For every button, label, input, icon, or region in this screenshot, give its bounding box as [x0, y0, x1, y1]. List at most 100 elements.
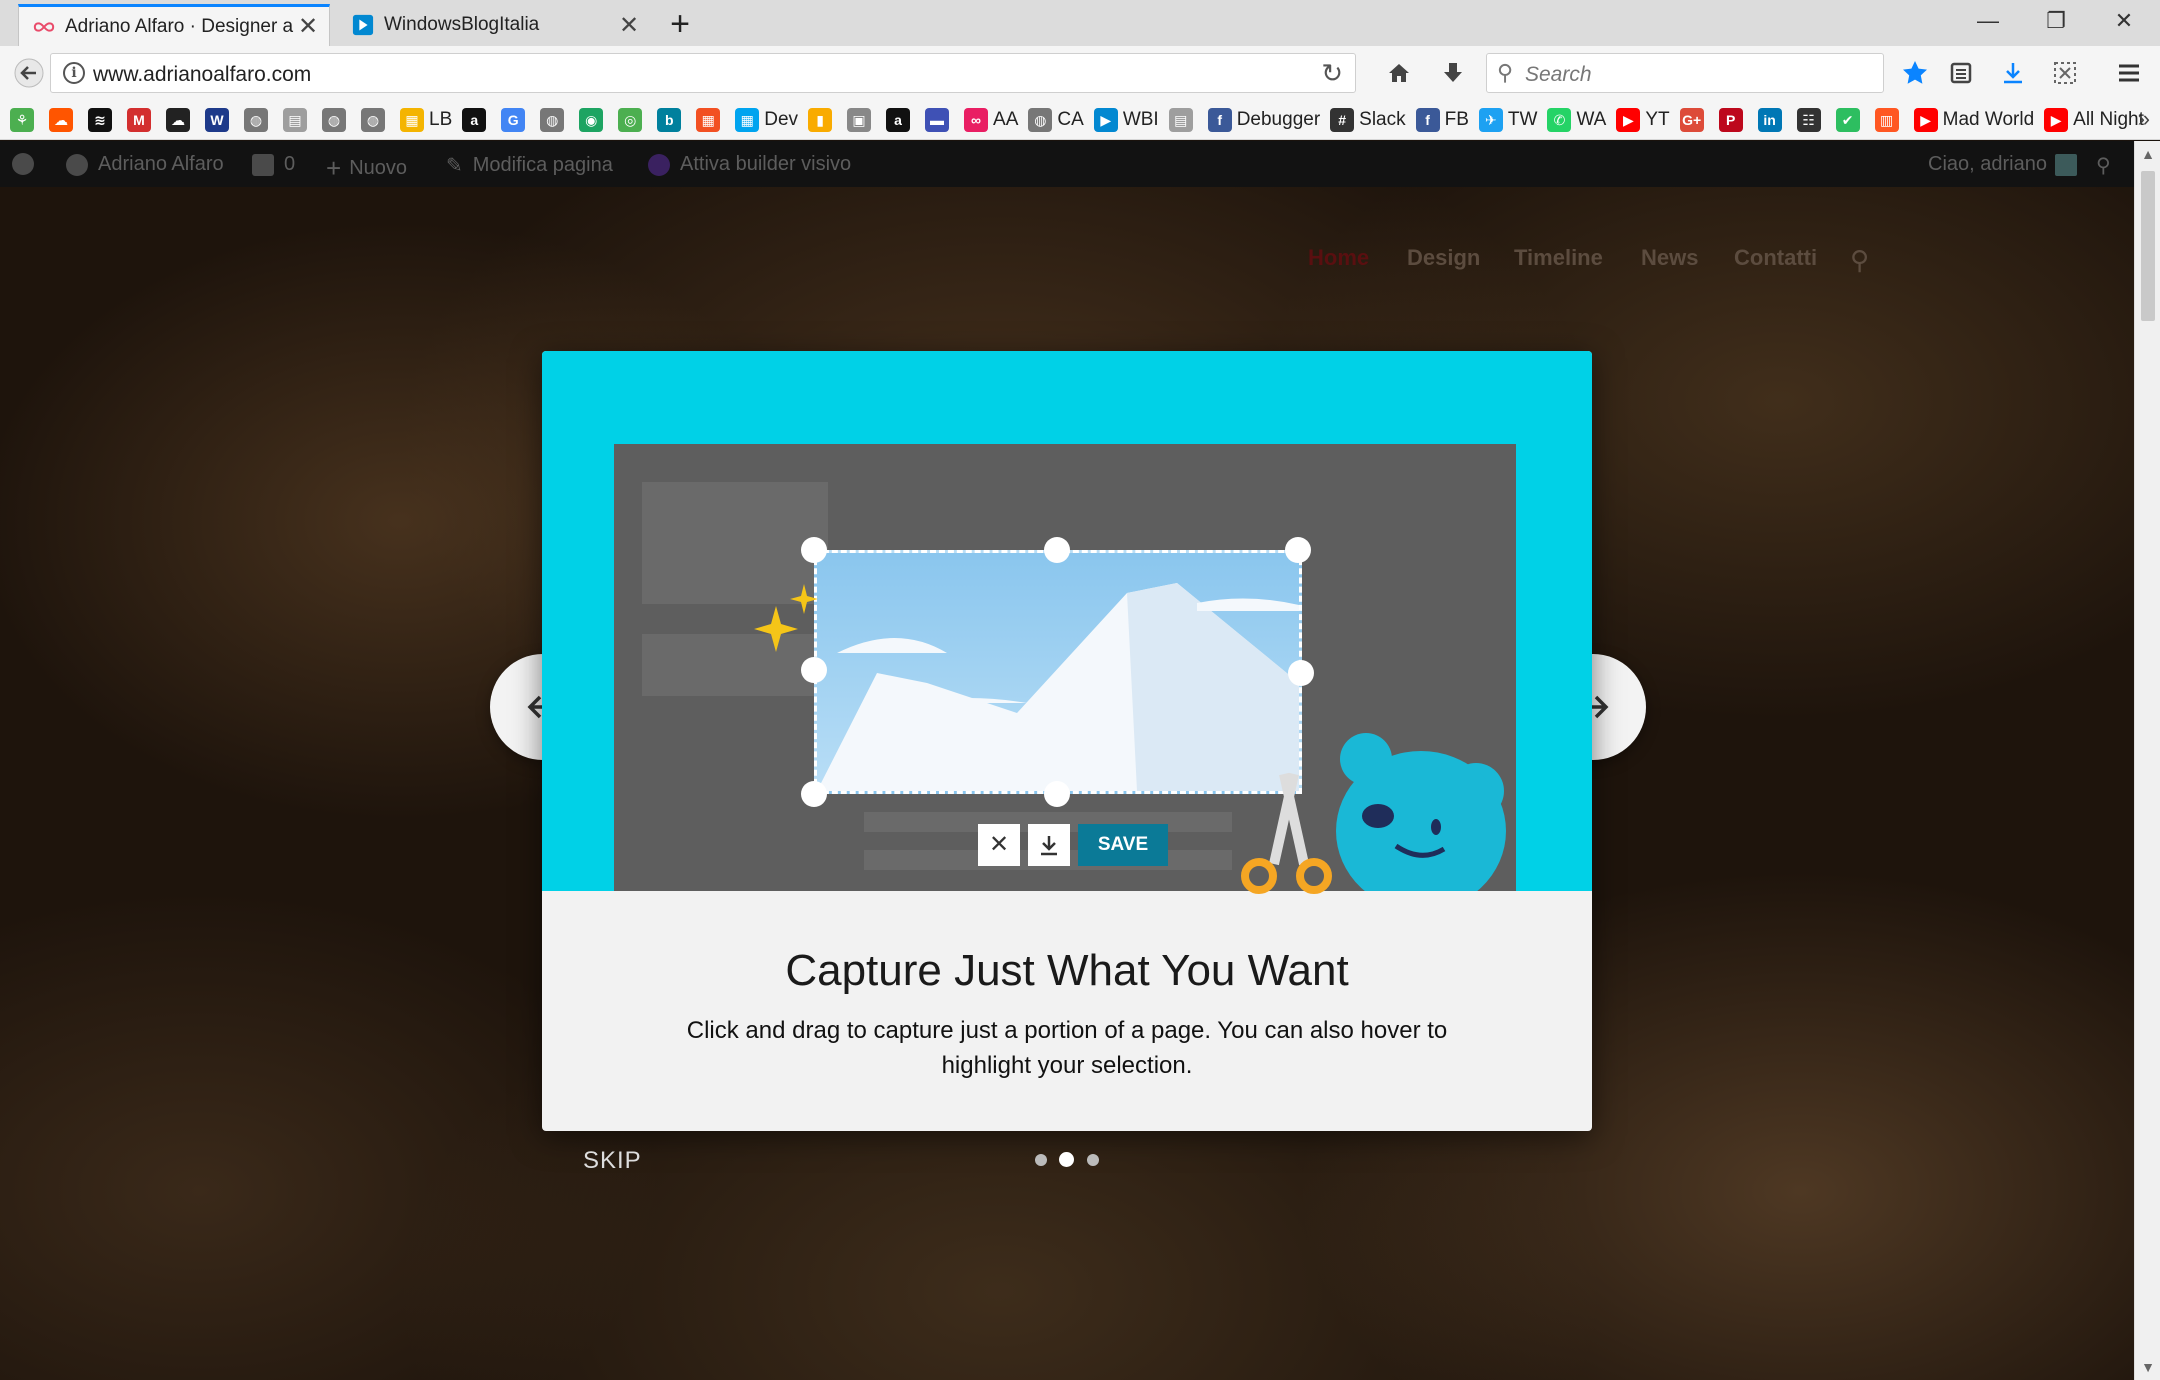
- home-button[interactable]: [1380, 54, 1418, 92]
- bookmark-item[interactable]: b: [657, 107, 686, 132]
- close-window-button[interactable]: ✕: [2094, 6, 2154, 36]
- nav-timeline[interactable]: Timeline: [1514, 245, 1603, 271]
- tab-title: Adriano Alfaro · Designer a S: [65, 15, 297, 37]
- wp-site-name[interactable]: Adriano Alfaro: [66, 153, 224, 176]
- restore-button[interactable]: ❐: [2026, 6, 2086, 36]
- bookmark-item[interactable]: a: [462, 107, 491, 132]
- cancel-capture-button[interactable]: ✕: [978, 824, 1020, 866]
- bookmark-item[interactable]: ▤: [283, 107, 312, 132]
- scroll-down-icon[interactable]: ▼: [2135, 1354, 2160, 1380]
- scroll-up-icon[interactable]: ▲: [2135, 141, 2160, 167]
- bookmark-item[interactable]: ▬: [925, 107, 954, 132]
- skip-button[interactable]: SKIP: [583, 1147, 642, 1175]
- bookmark-item[interactable]: ◎: [618, 107, 647, 132]
- bookmark-item[interactable]: ▦ LB: [400, 107, 452, 132]
- download-capture-button[interactable]: [1028, 824, 1070, 866]
- bookmark-item[interactable]: ≋: [88, 107, 117, 132]
- wp-user-greeting[interactable]: Ciao, adriano: [1928, 153, 2087, 176]
- crop-handle[interactable]: [801, 781, 827, 807]
- crop-handle[interactable]: [1288, 660, 1314, 686]
- slide-dot-1[interactable]: [1035, 1154, 1047, 1166]
- back-button[interactable]: [10, 54, 48, 92]
- search-bar[interactable]: ⚲ Search: [1486, 53, 1884, 93]
- downloads-button[interactable]: [1994, 54, 2032, 92]
- bookmark-item[interactable]: f Debugger: [1207, 107, 1320, 132]
- bookmark-item[interactable]: ◍: [540, 107, 569, 132]
- bookmark-item[interactable]: ▦: [696, 107, 725, 132]
- nav-home[interactable]: Home: [1308, 245, 1369, 271]
- scrollbar-thumb[interactable]: [2141, 171, 2155, 321]
- bookmark-item[interactable]: ▦ Dev: [735, 107, 798, 132]
- pocket-download-button[interactable]: [1434, 54, 1472, 92]
- wp-comments[interactable]: 0: [252, 153, 295, 176]
- bookmark-item[interactable]: ◉: [579, 107, 608, 132]
- bookmark-item[interactable]: ∞ AA: [964, 107, 1018, 132]
- bookmark-item[interactable]: ◍: [322, 107, 351, 132]
- bookmark-item[interactable]: f FB: [1415, 107, 1469, 132]
- crop-handle[interactable]: [1044, 537, 1070, 563]
- bookmark-item[interactable]: ⚘: [10, 107, 39, 132]
- bookmark-star-button[interactable]: [1896, 54, 1934, 92]
- bookmark-item[interactable]: G: [501, 107, 530, 132]
- tab-adriano-alfaro[interactable]: Adriano Alfaro · Designer a S ✕: [18, 4, 330, 46]
- bookmark-item[interactable]: ☁: [49, 107, 78, 132]
- bookmark-item[interactable]: ✈ TW: [1478, 107, 1537, 132]
- nav-design[interactable]: Design: [1407, 245, 1480, 271]
- reload-icon[interactable]: ↻: [1321, 58, 1343, 89]
- bookmark-favicon-icon: #: [1330, 107, 1355, 132]
- bookmark-item[interactable]: # Slack: [1330, 107, 1406, 132]
- site-info-icon[interactable]: i: [63, 62, 85, 84]
- bookmark-item[interactable]: ◍ CA: [1028, 107, 1084, 132]
- bookmark-item[interactable]: ▶ YT: [1616, 107, 1670, 132]
- crop-handle[interactable]: [1044, 781, 1070, 807]
- url-bar[interactable]: i www.adrianoalfaro.com ↻: [50, 53, 1356, 93]
- reading-list-button[interactable]: [1942, 54, 1980, 92]
- bookmark-item[interactable]: a: [886, 107, 915, 132]
- bookmark-item[interactable]: ◍: [361, 107, 390, 132]
- save-capture-button[interactable]: SAVE: [1078, 824, 1168, 866]
- close-tab-icon[interactable]: ✕: [618, 11, 640, 40]
- bookmark-favicon-icon: b: [657, 107, 682, 132]
- bookmark-item[interactable]: P: [1718, 107, 1748, 132]
- bookmark-item[interactable]: ▶ All Night: [2044, 107, 2144, 132]
- bookmark-item[interactable]: ☁: [166, 107, 195, 132]
- bookmark-item[interactable]: ▶ Mad World: [1913, 107, 2034, 132]
- nav-news[interactable]: News: [1641, 245, 1698, 271]
- bookmark-item[interactable]: ◍: [244, 107, 273, 132]
- page-scrollbar[interactable]: ▲ ▼: [2134, 141, 2160, 1380]
- wp-edit-page[interactable]: ✎ Modifica pagina: [446, 153, 613, 178]
- bookmark-item[interactable]: ☷: [1796, 107, 1826, 132]
- new-tab-button[interactable]: +: [662, 6, 698, 42]
- slide-dot-3[interactable]: [1087, 1154, 1099, 1166]
- url-text[interactable]: www.adrianoalfaro.com: [93, 63, 311, 87]
- crop-handle[interactable]: [1285, 537, 1311, 563]
- minimize-button[interactable]: —: [1958, 6, 2018, 36]
- bookmark-favicon-icon: ▶: [2044, 107, 2069, 132]
- nav-contatti[interactable]: Contatti: [1734, 245, 1817, 271]
- slide-dot-2[interactable]: [1059, 1152, 1074, 1167]
- close-tab-icon[interactable]: ✕: [297, 12, 319, 41]
- bookmark-item[interactable]: G+: [1679, 107, 1709, 132]
- download-icon: [2004, 63, 2022, 84]
- site-search-icon[interactable]: ⚲: [1850, 245, 1869, 276]
- wp-search-icon[interactable]: ⚲: [2096, 153, 2111, 178]
- bookmark-item[interactable]: ✔: [1835, 107, 1865, 132]
- tab-windowsblogitalia[interactable]: WindowsBlogItalia ✕: [338, 4, 650, 46]
- bookmark-item[interactable]: ▤: [1168, 107, 1198, 132]
- crop-handle[interactable]: [801, 537, 827, 563]
- bookmark-item[interactable]: M: [127, 107, 156, 132]
- wordpress-logo-icon[interactable]: [12, 153, 44, 175]
- wp-new[interactable]: + Nuovo: [326, 153, 407, 184]
- bookmark-item[interactable]: in: [1757, 107, 1787, 132]
- bookmark-item[interactable]: ▮: [808, 107, 837, 132]
- wp-visual-builder[interactable]: Attiva builder visivo: [648, 153, 851, 176]
- bookmark-item[interactable]: ▣: [847, 107, 876, 132]
- bookmark-item[interactable]: ✆ WA: [1547, 107, 1606, 132]
- bookmark-item[interactable]: ▶ WBI: [1093, 107, 1159, 132]
- bookmarks-overflow-button[interactable]: »: [2138, 106, 2150, 132]
- bookmark-item[interactable]: ▥: [1874, 107, 1904, 132]
- crop-handle[interactable]: [801, 657, 827, 683]
- menu-button[interactable]: [2110, 54, 2148, 92]
- bookmark-item[interactable]: W: [205, 107, 234, 132]
- screenshot-button[interactable]: [2046, 54, 2084, 92]
